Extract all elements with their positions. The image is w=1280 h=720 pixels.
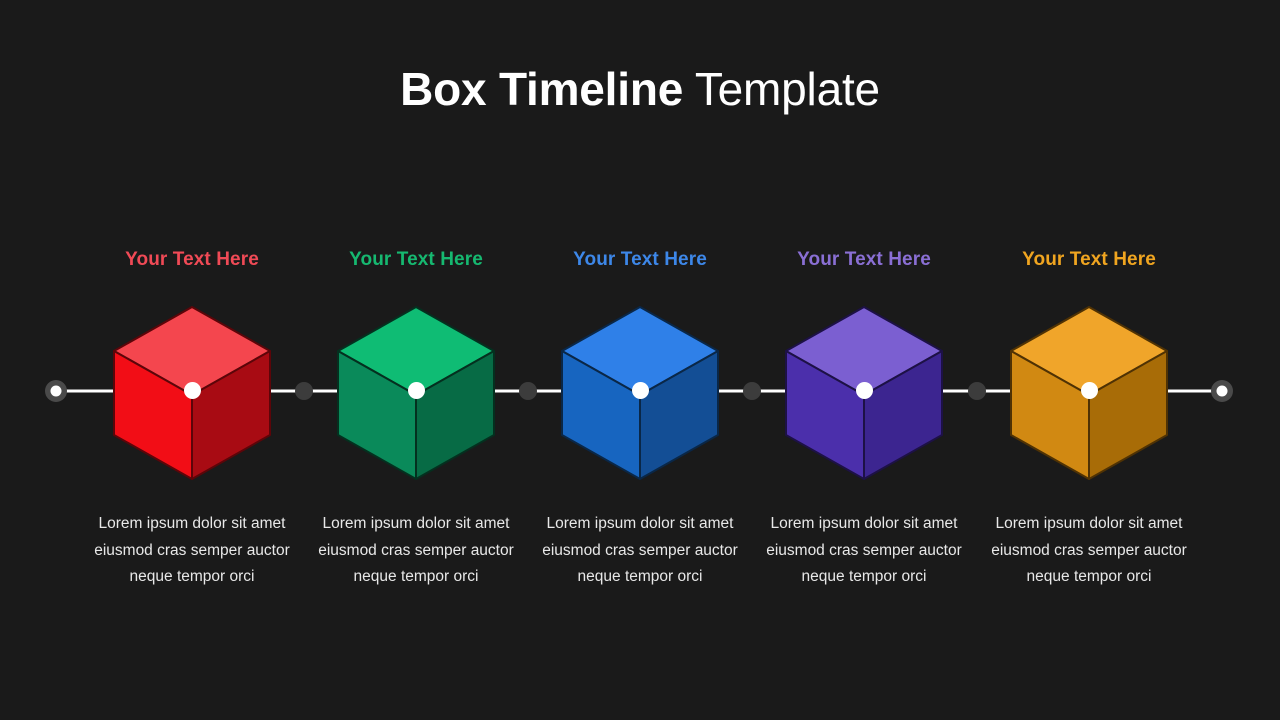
timeline-step-3: Your Text Here Lorem ipsum dolor sit amet… bbox=[528, 0, 752, 720]
step-label-4[interactable]: Your Text Here bbox=[752, 249, 976, 271]
step-label-5[interactable]: Your Text Here bbox=[977, 249, 1201, 271]
step-description-1: Lorem ipsum dolor sit amet eiusmod cras … bbox=[94, 515, 290, 585]
timeline-step-1: Your Text Here Lorem ipsum dolor sit amet… bbox=[80, 0, 304, 720]
cube-vertex-dot-3 bbox=[632, 382, 649, 399]
cube-vertex-dot-1 bbox=[184, 382, 201, 399]
timeline-step-4: Your Text Here Lorem ipsum dolor sit amet… bbox=[752, 0, 976, 720]
timeline-step-5: Your Text Here Lorem ipsum dolor sit amet… bbox=[977, 0, 1201, 720]
timeline-step-2: Your Text Here Lorem ipsum dolor sit amet… bbox=[304, 0, 528, 720]
step-description-3: Lorem ipsum dolor sit amet eiusmod cras … bbox=[542, 515, 738, 585]
step-label-1[interactable]: Your Text Here bbox=[80, 249, 304, 271]
slide-canvas: Box Timeline Template Your Text Here Lore… bbox=[0, 0, 1280, 720]
timeline-endpoint-center-2[interactable] bbox=[1216, 385, 1228, 397]
step-description-4: Lorem ipsum dolor sit amet eiusmod cras … bbox=[766, 515, 962, 585]
timeline-endpoint-ring-2[interactable] bbox=[1211, 380, 1233, 402]
step-label-2[interactable]: Your Text Here bbox=[304, 249, 528, 271]
timeline-endpoint-ring-1[interactable] bbox=[45, 380, 67, 402]
cube-vertex-dot-2 bbox=[408, 382, 425, 399]
timeline-endpoint-center-1[interactable] bbox=[50, 385, 62, 397]
step-description-5: Lorem ipsum dolor sit amet eiusmod cras … bbox=[991, 515, 1187, 585]
step-label-3[interactable]: Your Text Here bbox=[528, 249, 752, 271]
step-description-2: Lorem ipsum dolor sit amet eiusmod cras … bbox=[318, 515, 514, 585]
cube-vertex-dot-5 bbox=[1081, 382, 1098, 399]
cube-vertex-dot-4 bbox=[856, 382, 873, 399]
